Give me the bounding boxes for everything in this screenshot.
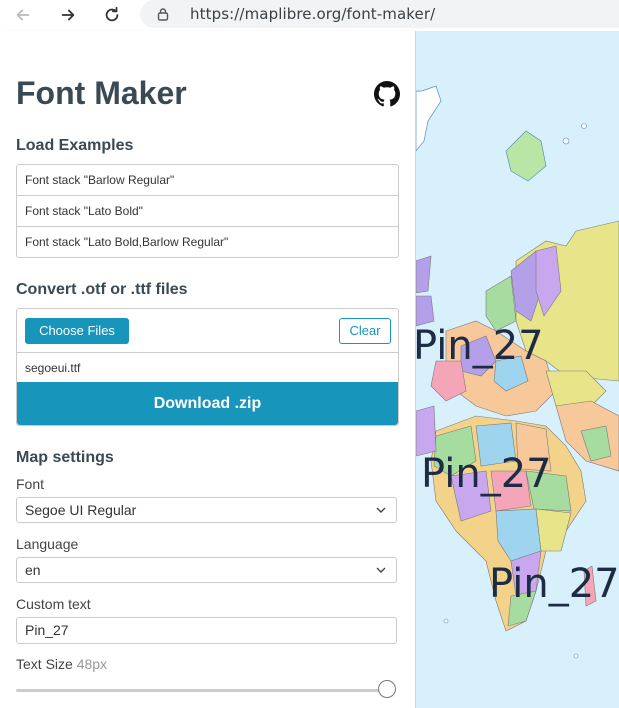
convert-panel: Choose Files Clear segoeui.ttf Download … <box>16 308 399 426</box>
example-lato-bold-barlow-regular[interactable]: Font stack "Lato Bold,Barlow Regular" <box>17 227 398 257</box>
back-arrow-icon <box>16 9 30 21</box>
convert-heading: Convert .otf or .ttf files <box>16 281 188 298</box>
font-label: Font <box>16 476 45 492</box>
page-title: Font Maker <box>16 75 187 111</box>
example-barlow-regular[interactable]: Font stack "Barlow Regular" <box>17 165 398 196</box>
reload-button[interactable] <box>99 2 125 28</box>
map-pin-label: Pin_27 <box>489 561 619 607</box>
font-select[interactable]: Segoe UI Regular <box>16 497 397 523</box>
language-select-value: en <box>25 562 41 578</box>
examples-list: Font stack "Barlow Regular" Font stack "… <box>16 164 399 258</box>
chevron-down-icon <box>376 567 386 573</box>
language-select[interactable]: en <box>16 557 397 583</box>
example-lato-bold[interactable]: Font stack "Lato Bold" <box>17 196 398 227</box>
load-examples-heading: Load Examples <box>16 137 134 154</box>
map-settings-heading: Map settings <box>16 449 114 466</box>
text-size-label-text: Text Size <box>16 656 73 672</box>
font-select-value: Segoe UI Regular <box>25 502 137 518</box>
forward-arrow-icon <box>61 9 75 21</box>
custom-text-label: Custom text <box>16 596 91 612</box>
language-label: Language <box>16 536 79 552</box>
choose-files-button[interactable]: Choose Files <box>25 318 129 344</box>
text-size-slider-track[interactable] <box>16 689 388 692</box>
reload-icon <box>105 6 119 22</box>
chevron-down-icon <box>376 507 386 513</box>
text-size-slider-thumb[interactable] <box>378 680 396 698</box>
clear-button[interactable]: Clear <box>339 318 391 344</box>
text-size-value: 48px <box>76 656 108 672</box>
address-bar[interactable]: https://maplibre.org/font-maker/ <box>140 0 619 28</box>
map-pin-label: Pin_27 <box>416 323 544 369</box>
lock-icon[interactable] <box>156 7 170 21</box>
browser-toolbar: https://maplibre.org/font-maker/ <box>0 0 619 30</box>
map-pin-label: Pin_27 <box>421 451 552 497</box>
selected-file-name: segoeui.ttf <box>17 352 398 382</box>
download-zip-button[interactable]: Download .zip <box>17 382 398 425</box>
sidebar-panel: Font Maker Load Examples Font stack "Bar… <box>0 31 416 708</box>
forward-button[interactable] <box>55 2 81 28</box>
custom-text-input[interactable]: Pin_27 <box>16 617 397 644</box>
text-size-label: Text Size 48px <box>16 656 107 672</box>
map-canvas[interactable]: Pin_27 Pin_27 Pin_27 <box>416 31 619 708</box>
back-button[interactable] <box>10 2 36 28</box>
url-text: https://maplibre.org/font-maker/ <box>190 5 436 23</box>
github-icon[interactable] <box>374 81 400 107</box>
